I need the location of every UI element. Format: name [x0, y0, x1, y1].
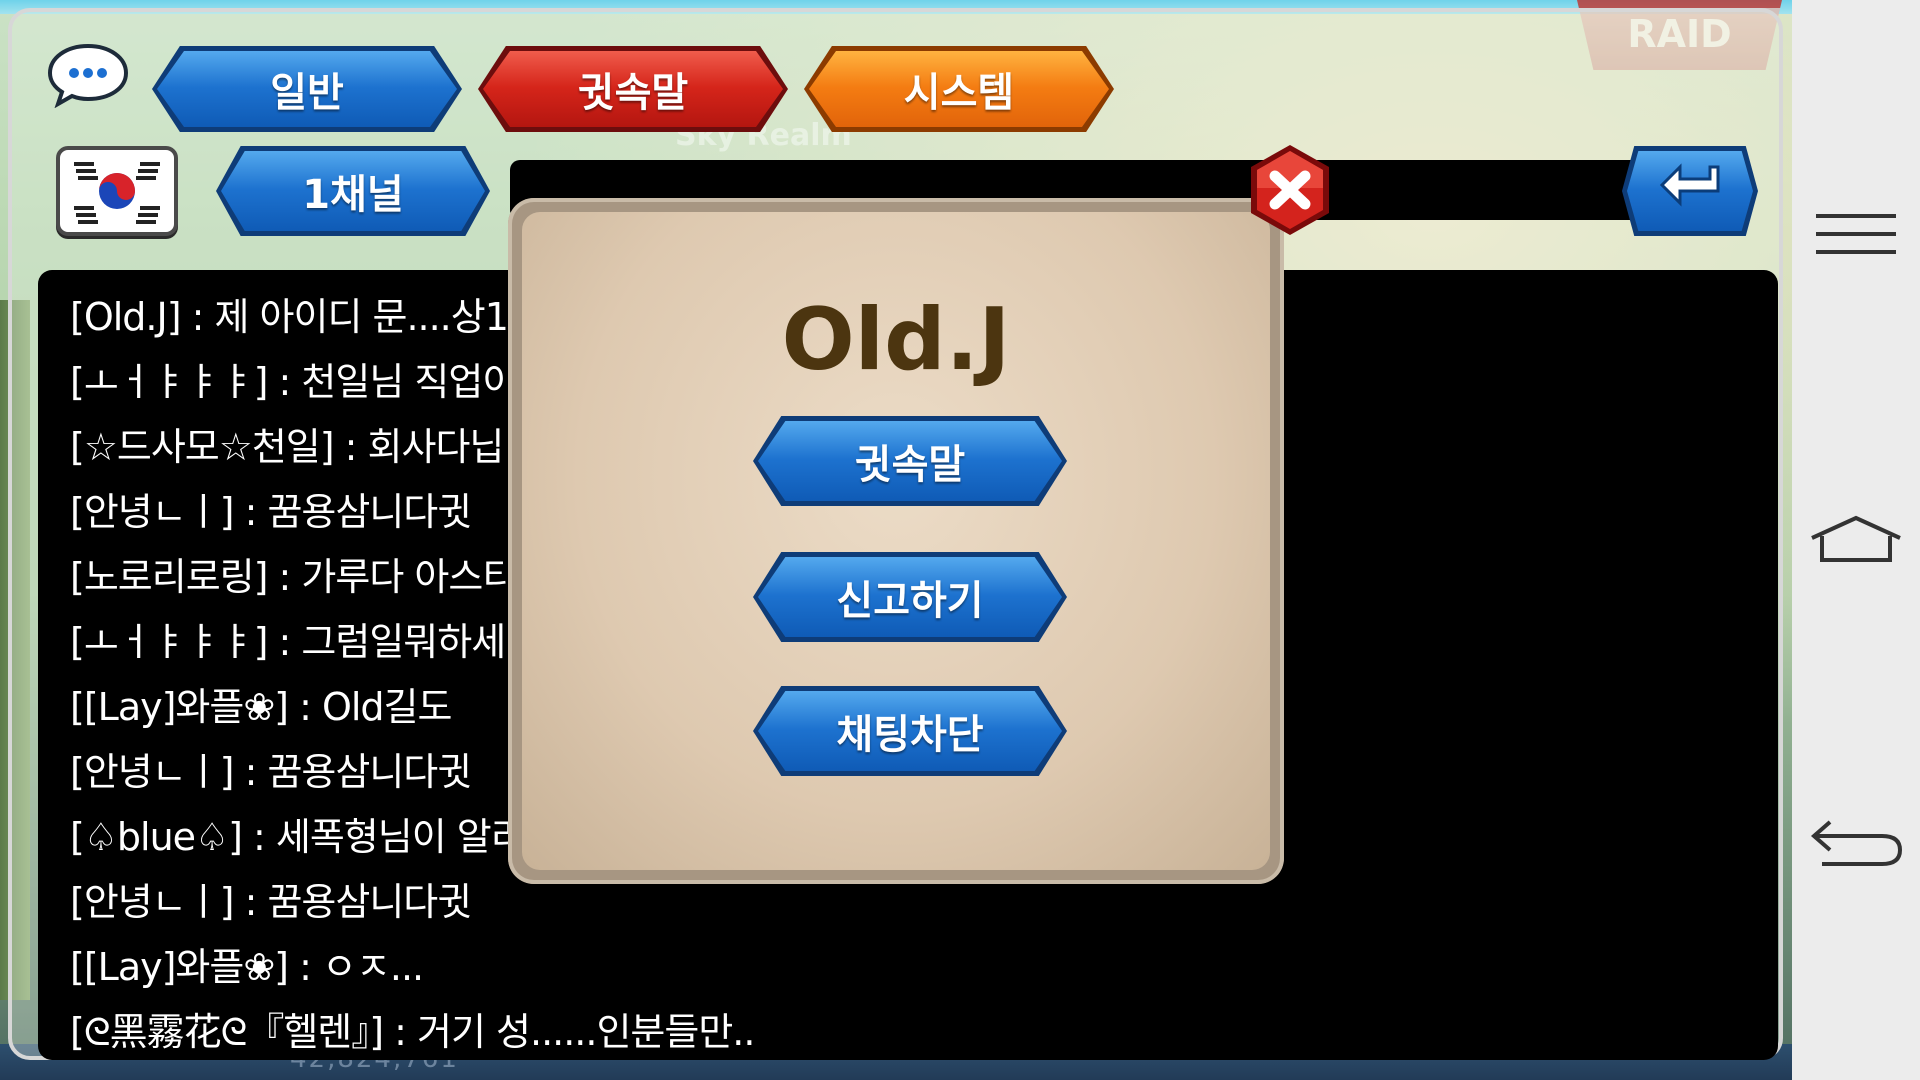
send-button[interactable]: [1622, 146, 1758, 236]
chat-message[interactable]: [ㅗㅓㅑㅑㅑ] : 천일님 직업이: [70, 351, 517, 406]
chat-message[interactable]: [ᘓ黑霧花ᘓ『헬렌』] : 거기 성......인분들만..: [70, 1001, 755, 1056]
popup-panel: Old.J 귓속말 신고하기 채팅차단: [522, 212, 1270, 870]
chat-message[interactable]: [안녕ㄴㅣ] : 꿈용삼니다귓: [70, 741, 472, 796]
home-icon[interactable]: [1811, 514, 1901, 568]
tab-whisper-label: 귓속말: [577, 70, 689, 116]
menu-icon[interactable]: [1816, 212, 1896, 260]
user-action-popup: Old.J 귓속말 신고하기 채팅차단: [508, 198, 1284, 884]
tab-system[interactable]: 시스템: [804, 46, 1114, 132]
back-icon[interactable]: [1810, 818, 1903, 874]
chat-message[interactable]: [[Lay]와플❀] : Old길도: [70, 676, 452, 731]
block-chat-button-label: 채팅차단: [836, 712, 984, 758]
channel-button[interactable]: 1채널: [216, 146, 490, 236]
chat-message[interactable]: [Old.J] : 제 아이디 문....상1만: [70, 286, 543, 341]
chat-message[interactable]: [안녕ㄴㅣ] : 꿈용삼니다귓: [70, 481, 472, 536]
chat-message[interactable]: [♤blue♤] : 세폭형님이 알리: [70, 806, 526, 861]
game-background: Sky Realm RAID 42,824,761 일반 귓속말 시스템: [0, 0, 1792, 1080]
chat-message[interactable]: [[Lay]와플❀] : ㅇㅈ...: [70, 936, 424, 991]
tab-general[interactable]: 일반: [152, 46, 462, 132]
language-flag-button[interactable]: [56, 146, 178, 236]
report-button-label: 신고하기: [836, 578, 984, 624]
whisper-button-label: 귓속말: [854, 442, 966, 488]
korea-flag-icon: [74, 162, 160, 224]
channel-label: 1채널: [302, 172, 404, 218]
enter-arrow-icon: [1658, 163, 1722, 219]
speech-bubble-icon[interactable]: [46, 42, 130, 109]
chat-message[interactable]: [ㅗㅓㅑㅑㅑ] : 그럼일뭐하세: [70, 611, 506, 666]
chat-message[interactable]: [안녕ㄴㅣ] : 꿈용삼니다귓: [70, 871, 472, 926]
tab-whisper[interactable]: 귓속말: [478, 46, 788, 132]
chat-message[interactable]: [노로리로링] : 가루다 아스티: [70, 546, 517, 601]
tab-general-label: 일반: [270, 70, 344, 116]
tab-system-label: 시스템: [903, 70, 1015, 116]
system-nav-bar: [1792, 0, 1920, 1080]
popup-username: Old.J: [781, 290, 1011, 390]
close-icon[interactable]: [1247, 142, 1333, 238]
report-button[interactable]: 신고하기: [753, 552, 1067, 642]
whisper-button[interactable]: 귓속말: [753, 416, 1067, 506]
block-chat-button[interactable]: 채팅차단: [753, 686, 1067, 776]
chat-message[interactable]: [☆드사모☆천일] : 회사다닙: [70, 416, 504, 471]
